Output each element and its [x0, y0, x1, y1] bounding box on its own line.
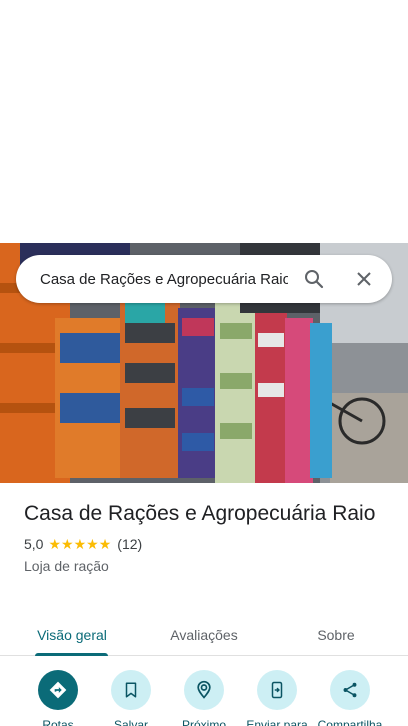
rating-value: 5,0 — [24, 536, 44, 552]
star-icon: ★ — [48, 536, 62, 552]
star-icon: ★ — [98, 536, 112, 552]
map-area[interactable] — [0, 0, 408, 243]
tab-bar: Visão geral Avaliações Sobre — [0, 614, 408, 656]
action-label: Compartilha — [317, 718, 383, 726]
active-tab-indicator — [35, 653, 108, 656]
tab-label: Avaliações — [170, 627, 238, 643]
star-icon: ★ — [86, 536, 99, 552]
tab-about[interactable]: Sobre — [284, 614, 388, 656]
star-rating: ★ ★ ★ ★ ★ — [48, 537, 111, 551]
rating-row[interactable]: 5,0 ★ ★ ★ ★ ★ (12) — [24, 536, 384, 552]
send-to-phone-button[interactable]: Enviar para — [237, 670, 317, 726]
place-category[interactable]: Loja de ração — [24, 558, 384, 574]
search-icon[interactable] — [302, 267, 326, 291]
search-input[interactable]: Casa de Rações e Agropecuária Raio — [40, 271, 288, 288]
action-label: Rotas — [42, 718, 74, 726]
action-label: Salvar — [113, 718, 148, 726]
action-label: Próximo — [181, 718, 226, 726]
nearby-button[interactable]: Próximo — [164, 670, 244, 726]
place-title: Casa de Rações e Agropecuária Raio — [24, 502, 376, 525]
share-icon — [330, 670, 370, 710]
tab-overview[interactable]: Visão geral — [20, 614, 124, 656]
place-info: Casa de Rações e Agropecuária Raio 5,0 ★… — [24, 500, 384, 574]
share-button[interactable]: Compartilha — [310, 670, 390, 726]
directions-icon — [38, 670, 78, 710]
directions-button[interactable]: Rotas — [18, 670, 98, 726]
action-label: Enviar para — [246, 718, 308, 726]
tab-label: Sobre — [317, 627, 355, 643]
tab-reviews[interactable]: Avaliações — [152, 614, 256, 656]
star-icon: ★ — [61, 536, 74, 552]
close-icon[interactable] — [352, 267, 376, 291]
search-bar[interactable]: Casa de Rações e Agropecuária Raio — [16, 255, 392, 303]
nearby-icon — [184, 670, 224, 710]
reviews-count[interactable]: (12) — [117, 536, 142, 552]
tab-label: Visão geral — [37, 627, 107, 643]
action-buttons: Rotas Salvar Próximo Enviar para Compart… — [0, 670, 408, 726]
save-button[interactable]: Salvar — [91, 670, 171, 726]
send-to-phone-icon — [257, 670, 297, 710]
bookmark-icon — [111, 670, 151, 710]
star-icon: ★ — [73, 536, 87, 552]
